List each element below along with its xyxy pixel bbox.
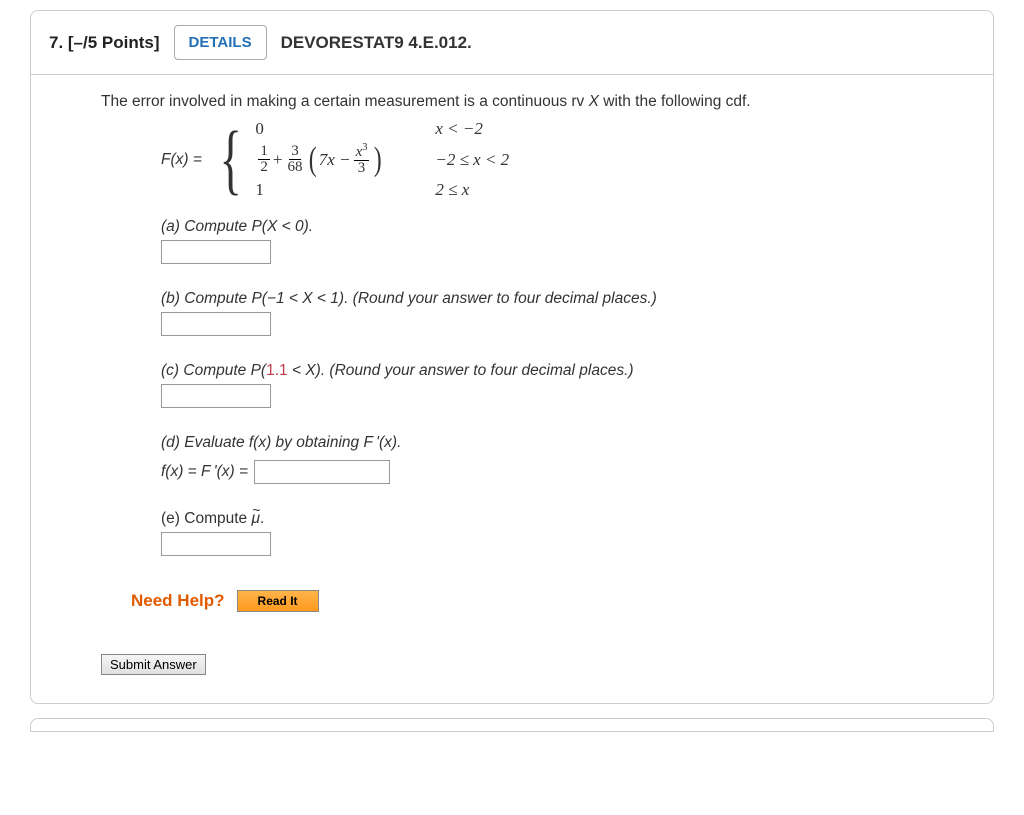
intro-rv: X <box>589 93 599 110</box>
frac-den: 68 <box>285 160 304 175</box>
brace-icon: { <box>219 128 241 190</box>
part-d: (d) Evaluate f(x) by obtaining F '(x). f… <box>161 434 963 484</box>
part-a: (a) Compute P(X < 0). <box>161 218 963 264</box>
frac-x3-3: x3 3 <box>354 143 370 176</box>
frac-num: x3 <box>354 143 370 161</box>
frac-den: 2 <box>258 160 270 175</box>
cdf-formula: F(x) = { 0 x < −2 1 2 + <box>161 119 963 200</box>
plus-sign: + <box>273 150 283 170</box>
case-1-expr: 0 <box>255 119 435 139</box>
inner-7x: 7x − <box>319 150 351 170</box>
part-c-after: < X). (Round your answer to four decimal… <box>288 362 634 379</box>
case-2: 1 2 + 3 68 ( 7x − x3 <box>255 143 509 176</box>
frac-num: 3 <box>289 144 301 160</box>
part-c-red: 1.1 <box>266 362 288 379</box>
part-c-label: (c) Compute P(1.1 < X). (Round your answ… <box>161 362 963 380</box>
case-1-cond: x < −2 <box>435 119 483 139</box>
part-d-input[interactable] <box>254 460 390 484</box>
submit-row: Submit Answer <box>101 654 963 675</box>
mu-tilde: μ <box>251 510 260 527</box>
part-d-label: (d) Evaluate f(x) by obtaining F '(x). <box>161 434 963 452</box>
need-help-label: Need Help? <box>131 591 225 611</box>
question-number-points: 7. [–/5 Points] <box>49 33 160 53</box>
frac-num: 1 <box>258 144 270 160</box>
intro-text-before: The error involved in making a certain m… <box>101 93 589 110</box>
case-3: 1 2 ≤ x <box>255 180 509 200</box>
frac-1-2: 1 2 <box>258 144 270 175</box>
read-it-button[interactable]: Read It <box>237 590 319 612</box>
part-b: (b) Compute P(−1 < X < 1). (Round your a… <box>161 290 963 336</box>
frac-3-68: 3 68 <box>285 144 304 175</box>
question-source: DEVORESTAT9 4.E.012. <box>281 33 472 53</box>
case-1: 0 x < −2 <box>255 119 509 139</box>
fx-label: F(x) = <box>161 151 202 169</box>
case-3-cond: 2 ≤ x <box>435 180 469 200</box>
question-content: The error involved in making a certain m… <box>31 75 993 703</box>
part-a-label: (a) Compute P(X < 0). <box>161 218 963 236</box>
part-d-eq: f(x) = F '(x) = <box>161 463 248 481</box>
question-intro: The error involved in making a certain m… <box>101 93 963 111</box>
piecewise-cases: 0 x < −2 1 2 + 3 68 <box>255 119 509 200</box>
part-e-input[interactable] <box>161 532 271 556</box>
case-2-cond: −2 ≤ x < 2 <box>435 150 509 170</box>
question-header: 7. [–/5 Points] DETAILS DEVORESTAT9 4.E.… <box>31 11 993 75</box>
exponent: 3 <box>362 142 367 153</box>
intro-text-after: with the following cdf. <box>599 93 751 110</box>
part-e-before: (e) Compute <box>161 510 251 527</box>
part-c: (c) Compute P(1.1 < X). (Round your answ… <box>161 362 963 408</box>
case-3-expr: 1 <box>255 180 435 200</box>
lparen-icon: ( <box>309 148 317 172</box>
part-e-label: (e) Compute μ. <box>161 510 963 528</box>
frac-den: 3 <box>356 161 368 176</box>
part-b-input[interactable] <box>161 312 271 336</box>
next-question-container <box>30 718 994 732</box>
part-a-input[interactable] <box>161 240 271 264</box>
part-c-input[interactable] <box>161 384 271 408</box>
part-b-label: (b) Compute P(−1 < X < 1). (Round your a… <box>161 290 963 308</box>
part-c-before: (c) Compute P( <box>161 362 266 379</box>
need-help-row: Need Help? Read It <box>131 590 963 612</box>
part-e-after: . <box>260 510 264 527</box>
case-2-expr: 1 2 + 3 68 ( 7x − x3 <box>255 143 435 176</box>
part-e: (e) Compute μ. <box>161 510 963 556</box>
details-button[interactable]: DETAILS <box>174 25 267 60</box>
question-container: 7. [–/5 Points] DETAILS DEVORESTAT9 4.E.… <box>30 10 994 704</box>
rparen-icon: ) <box>374 148 382 172</box>
submit-answer-button[interactable]: Submit Answer <box>101 654 206 675</box>
